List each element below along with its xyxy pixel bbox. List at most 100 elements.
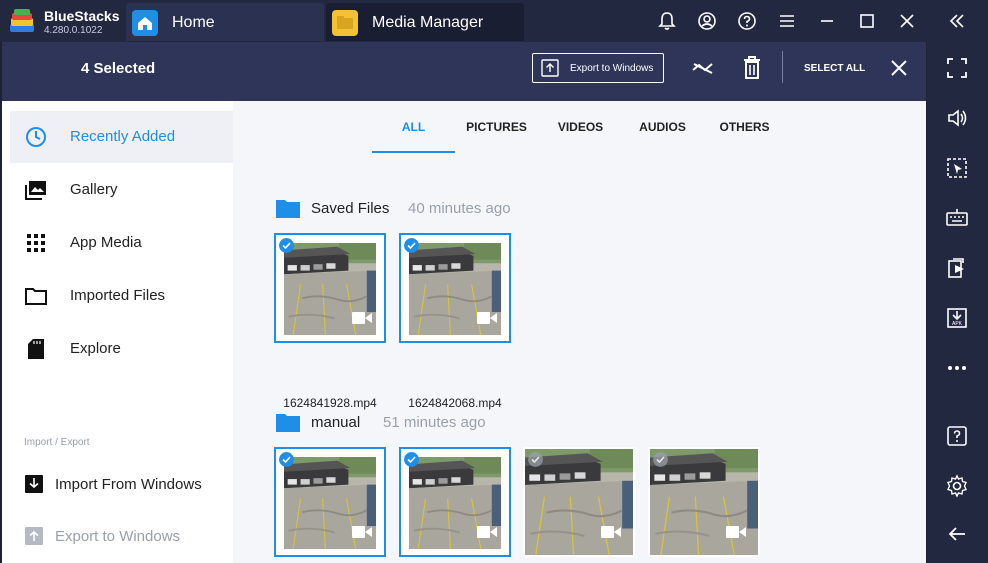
tab-videos[interactable]: VIDEOS [543,120,618,134]
select-all-button[interactable]: SELECT ALL [804,63,865,74]
volume-icon[interactable] [945,106,969,130]
selection-toolbar: 4 Selected Export to Windows SELECT ALL [2,42,926,101]
gallery-icon [24,178,48,202]
menu-icon[interactable] [776,10,798,32]
import-export-section-label: Import / Export [24,437,90,448]
video-camera-icon [352,526,372,538]
tab-all[interactable]: ALL [372,120,455,134]
toolbar-divider [782,51,783,83]
back-arrow-icon[interactable] [945,522,969,546]
maximize-icon[interactable] [856,10,878,32]
bluestacks-brand: BlueStacks 4.280.0.1022 [6,4,122,38]
keyboard-icon[interactable] [945,206,969,230]
nav-gallery[interactable]: Gallery [10,164,233,216]
nav-explore[interactable]: Explore [10,323,233,375]
video-camera-icon [477,312,497,324]
screen-select-icon[interactable] [945,156,969,180]
video-camera-icon [601,526,621,538]
nav-recently-added[interactable]: Recently Added [10,111,233,163]
export-to-windows-nav-button[interactable]: Export to Windows [20,521,230,551]
folder-blue-icon [276,200,300,218]
checkmark-unselected-icon [528,452,543,467]
folder-header-manual: manual 51 minutes ago [275,411,575,435]
folder-header-saved-files: Saved Files 40 minutes ago [275,197,575,221]
export-to-windows-label: Export to Windows [570,63,654,74]
checkmark-selected-icon [404,238,419,253]
folder-outline-icon [24,284,48,308]
video-camera-icon [477,526,497,538]
minimize-icon[interactable] [816,10,838,32]
file-name-label: 1624842068.mp4 [408,396,502,410]
export-to-windows-button[interactable]: Export to Windows [532,53,664,83]
close-window-icon[interactable] [896,10,918,32]
media-content: ALL PICTURES VIDEOS AUDIOS OTHERS Saved … [233,101,926,563]
tab-home-label: Home [172,14,215,31]
video-camera-icon [726,526,746,538]
tab-home[interactable]: Home [126,3,324,41]
folder-name: Saved Files [311,200,390,217]
tab-others[interactable]: OTHERS [707,120,782,134]
tab-media-manager[interactable]: Media Manager [326,3,524,41]
nav-app-media-label: App Media [70,234,142,251]
active-tab-indicator [372,151,455,153]
folder-icon [332,10,358,36]
media-thumbnail[interactable] [648,447,760,557]
nav-imported-files[interactable]: Imported Files [10,270,233,322]
app-name: BlueStacks [44,8,120,24]
export-to-windows-nav-label: Export to Windows [55,528,181,545]
sd-card-icon [24,337,48,361]
checkmark-selected-icon [404,452,419,467]
folder-blue-icon [276,414,300,432]
fullscreen-icon[interactable] [945,56,969,80]
folder-time: 51 minutes ago [383,414,486,431]
checkmark-selected-icon [279,452,294,467]
file-name-label: 1624841928.mp4 [283,396,377,410]
media-thumbnail[interactable] [274,447,386,557]
media-thumbnail[interactable] [399,233,511,343]
notification-bell-icon[interactable] [656,10,678,32]
video-thumbnail-image [650,449,758,555]
title-bar: BlueStacks 4.280.0.1022 Home Media Manag… [0,0,988,42]
import-from-windows-button[interactable]: Import From Windows [20,469,230,499]
install-apk-icon[interactable]: APK [945,306,969,330]
nav-app-media[interactable]: App Media [10,217,233,269]
nav-explore-label: Explore [70,340,121,357]
nav-gallery-label: Gallery [70,181,118,198]
media-thumbnail[interactable] [399,447,511,557]
more-options-icon[interactable] [945,356,969,380]
checkmark-unselected-icon [653,452,668,467]
grid-icon [24,231,48,255]
bluestacks-logo-icon [10,9,34,32]
export-icon [541,59,559,77]
video-thumbnail-image [525,449,633,555]
help-sidebar-icon[interactable] [945,424,969,448]
svg-text:APK: APK [952,321,963,327]
folder-time: 40 minutes ago [408,200,511,217]
account-icon[interactable] [696,10,718,32]
share-swap-icon[interactable] [690,55,716,81]
settings-gear-icon[interactable] [945,474,969,498]
help-icon[interactable] [736,10,758,32]
right-toolbar: APK [927,42,988,563]
selected-count: 4 Selected [81,60,156,77]
media-thumbnail[interactable] [274,233,386,343]
import-icon [24,474,44,494]
nav-recently-added-label: Recently Added [70,128,176,145]
left-navigation: Recently Added Gallery App Media Importe… [2,101,233,563]
close-selection-icon[interactable] [886,55,912,81]
import-from-windows-label: Import From Windows [55,476,202,493]
delete-trash-icon[interactable] [739,54,765,80]
nav-imported-files-label: Imported Files [70,287,166,304]
media-manager-app: 4 Selected Export to Windows SELECT ALL [2,42,926,563]
folder-name: manual [311,414,361,431]
media-thumbnail[interactable] [523,447,635,557]
tab-media-manager-label: Media Manager [372,14,484,31]
bluestacks-window: BlueStacks 4.280.0.1022 Home Media Manag… [0,0,988,563]
export-nav-icon [24,526,44,546]
collapse-sidebar-icon[interactable] [946,10,968,32]
clock-icon [24,125,48,149]
tab-pictures[interactable]: PICTURES [459,120,534,134]
screen-record-icon[interactable] [945,256,969,280]
checkmark-selected-icon [279,238,294,253]
tab-audios[interactable]: AUDIOS [625,120,700,134]
